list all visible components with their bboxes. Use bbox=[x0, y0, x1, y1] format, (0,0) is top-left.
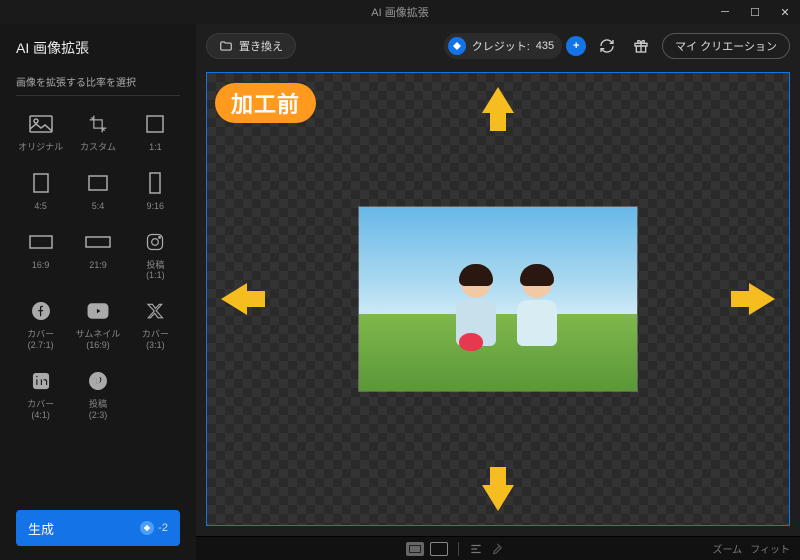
align-icon[interactable] bbox=[469, 542, 483, 556]
bottom-toolbar: ズーム フィット bbox=[196, 536, 800, 560]
ratio-label: 1:1 bbox=[149, 142, 162, 153]
ratio-label: 16:9 bbox=[32, 260, 50, 271]
generate-cost: -2 bbox=[140, 521, 168, 535]
ratio-label: 21:9 bbox=[89, 260, 107, 271]
ratio-label: オリジナル bbox=[18, 142, 63, 153]
replace-button[interactable]: 置き換え bbox=[206, 33, 296, 59]
content-topbar: 置き換え クレジット: 435 + マイ クリエーション bbox=[196, 24, 800, 68]
ratio-option-square[interactable]: 1:1 bbox=[131, 110, 180, 153]
pinterest-icon bbox=[84, 367, 112, 395]
rect-uwide-icon bbox=[84, 228, 112, 256]
ratio-option-youtube[interactable]: サムネイル(16:9) bbox=[73, 297, 122, 351]
ratio-option-x[interactable]: カバー(3:1) bbox=[131, 297, 180, 351]
generate-label: 生成 bbox=[28, 519, 54, 538]
ratio-option-crop[interactable]: カスタム bbox=[73, 110, 122, 153]
sidebar: AI 画像拡張 画像を拡張する比率を選択 オリジナル カスタム 1:1 4:5 5:4 9… bbox=[0, 24, 196, 560]
ratio-label: 4:5 bbox=[34, 201, 47, 212]
expand-arrow-up-icon bbox=[482, 87, 514, 113]
ratio-label: 9:16 bbox=[147, 201, 165, 212]
my-creations-button[interactable]: マイ クリエーション bbox=[662, 33, 790, 59]
x-icon bbox=[141, 297, 169, 325]
sidebar-title: AI 画像拡張 bbox=[16, 38, 180, 58]
brush-icon[interactable] bbox=[489, 542, 503, 556]
refresh-icon bbox=[599, 38, 615, 54]
facebook-icon bbox=[27, 297, 55, 325]
expand-arrow-down-icon bbox=[482, 485, 514, 511]
ratio-option-rect-h[interactable]: 5:4 bbox=[73, 169, 122, 212]
gift-icon bbox=[633, 38, 649, 54]
source-image[interactable] bbox=[358, 206, 638, 392]
expand-arrow-left-icon bbox=[221, 283, 247, 315]
view-mode-single-button[interactable] bbox=[406, 542, 424, 556]
ratio-option-instagram[interactable]: 投稿(1:1) bbox=[131, 228, 180, 282]
expand-arrow-right-icon bbox=[749, 283, 775, 315]
ratio-option-facebook[interactable]: カバー(2.7:1) bbox=[16, 297, 65, 351]
zoom-label[interactable]: ズーム bbox=[712, 541, 742, 556]
window-controls: ─ ☐ ✕ bbox=[710, 0, 800, 24]
maximize-button[interactable]: ☐ bbox=[740, 0, 770, 24]
gift-button[interactable] bbox=[628, 33, 654, 59]
before-badge: 加工前 bbox=[215, 83, 316, 123]
ratio-label: カバー(3:1) bbox=[142, 329, 169, 351]
close-button[interactable]: ✕ bbox=[770, 0, 800, 24]
generate-button[interactable]: 生成 -2 bbox=[16, 510, 180, 546]
ratio-option-rect-wide[interactable]: 16:9 bbox=[16, 228, 65, 282]
content-area: 置き換え クレジット: 435 + マイ クリエーション 加工前 bbox=[196, 24, 800, 560]
rect-v-icon bbox=[27, 169, 55, 197]
fit-label[interactable]: フィット bbox=[750, 541, 790, 556]
refresh-button[interactable] bbox=[594, 33, 620, 59]
folder-icon bbox=[219, 39, 233, 53]
ratio-option-rect-uwide[interactable]: 21:9 bbox=[73, 228, 122, 282]
ratio-label: 5:4 bbox=[92, 201, 105, 212]
instagram-icon bbox=[141, 228, 169, 256]
ratio-label: サムネイル(16:9) bbox=[76, 329, 121, 351]
ratio-option-rect-v[interactable]: 4:5 bbox=[16, 169, 65, 212]
ratio-label: カバー(2.7:1) bbox=[27, 329, 54, 351]
credit-icon bbox=[140, 521, 154, 535]
crop-icon bbox=[84, 110, 112, 138]
rect-h-icon bbox=[84, 169, 112, 197]
add-credits-button[interactable]: + bbox=[566, 36, 586, 56]
sidebar-subtitle: 画像を拡張する比率を選択 bbox=[16, 74, 180, 96]
credits-badge[interactable]: クレジット: 435 bbox=[444, 33, 562, 59]
titlebar: AI 画像拡張 ─ ☐ ✕ bbox=[0, 0, 800, 24]
ratio-option-linkedin[interactable]: カバー(4:1) bbox=[16, 367, 65, 421]
youtube-icon bbox=[84, 297, 112, 325]
canvas[interactable]: 加工前 bbox=[206, 72, 790, 526]
aspect-ratio-grid: オリジナル カスタム 1:1 4:5 5:4 9:16 16:9 21:9 投稿(1:1) カバー… bbox=[16, 110, 180, 420]
ratio-option-pinterest[interactable]: 投稿(2:3) bbox=[73, 367, 122, 421]
minimize-button[interactable]: ─ bbox=[710, 0, 740, 24]
ratio-option-rect-tall[interactable]: 9:16 bbox=[131, 169, 180, 212]
ratio-label: 投稿(1:1) bbox=[146, 260, 165, 282]
ratio-label: カスタム bbox=[80, 142, 116, 153]
credit-icon bbox=[448, 37, 466, 55]
view-mode-split-button[interactable] bbox=[430, 542, 448, 556]
square-icon bbox=[141, 110, 169, 138]
linkedin-icon bbox=[27, 367, 55, 395]
ratio-label: カバー(4:1) bbox=[27, 399, 54, 421]
rect-tall-icon bbox=[141, 169, 169, 197]
rect-wide-icon bbox=[27, 228, 55, 256]
image-icon bbox=[27, 110, 55, 138]
window-title: AI 画像拡張 bbox=[371, 4, 428, 20]
ratio-label: 投稿(2:3) bbox=[89, 399, 108, 421]
ratio-option-image[interactable]: オリジナル bbox=[16, 110, 65, 153]
